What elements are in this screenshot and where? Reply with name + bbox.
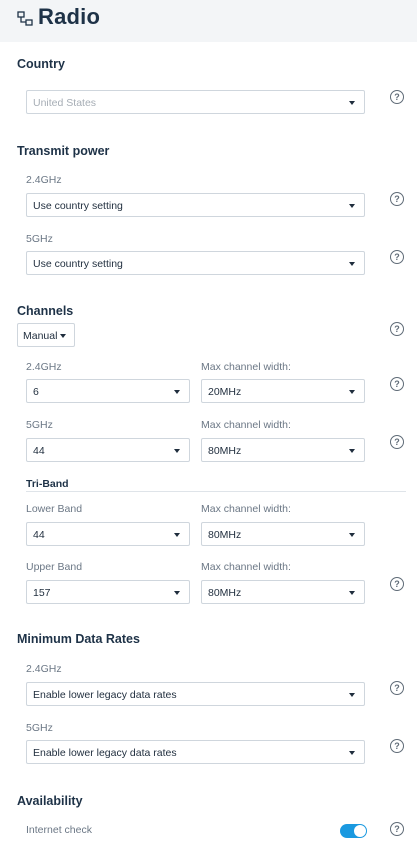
lower-band-channel-value: 44 [33, 529, 45, 541]
chevron-down-icon [174, 533, 180, 537]
page-title: Radio [38, 4, 101, 29]
country-select[interactable]: United States [26, 90, 365, 114]
ch-5-label: 5GHz [26, 419, 53, 431]
help-icon[interactable]: ? [390, 377, 404, 391]
ch-24-label: 2.4GHz [26, 361, 62, 373]
chevron-down-icon [349, 693, 355, 697]
upper-band-channel-select[interactable]: 157 [26, 580, 190, 604]
chevron-down-icon [349, 449, 355, 453]
lower-band-width-select[interactable]: 80MHz [201, 522, 365, 546]
lower-band-label: Lower Band [26, 503, 83, 515]
chevron-down-icon [349, 591, 355, 595]
lower-band-width-value: 80MHz [208, 529, 242, 541]
ch-5-channel-select[interactable]: 44 [26, 438, 190, 462]
rates-5-label: 5GHz [26, 722, 53, 734]
help-icon[interactable]: ? [390, 739, 404, 753]
lower-band-channel-select[interactable]: 44 [26, 522, 190, 546]
ch-5-channel-value: 44 [33, 445, 45, 457]
min-rates-heading: Minimum Data Rates [17, 632, 140, 646]
chevron-down-icon [60, 334, 66, 338]
tx-24-select[interactable]: Use country setting [26, 193, 365, 217]
chevron-down-icon [174, 390, 180, 394]
page-header: Radio [0, 0, 417, 42]
internet-check-label: Internet check [26, 824, 92, 836]
tx-5-label: 5GHz [26, 233, 53, 245]
ch-24-width-label: Max channel width: [201, 361, 291, 373]
rates-5-select[interactable]: Enable lower legacy data rates [26, 740, 365, 764]
divider [26, 491, 406, 492]
help-icon[interactable]: ? [390, 192, 404, 206]
upper-band-channel-value: 157 [33, 587, 51, 599]
chevron-down-icon [174, 591, 180, 595]
upper-band-width-select[interactable]: 80MHz [201, 580, 365, 604]
lower-band-width-label: Max channel width: [201, 503, 291, 515]
chevron-down-icon [349, 101, 355, 105]
radio-settings-icon [17, 11, 33, 26]
chevron-down-icon [349, 204, 355, 208]
upper-band-width-label: Max channel width: [201, 561, 291, 573]
ch-24-channel-value: 6 [33, 386, 39, 398]
country-select-value: United States [33, 97, 97, 109]
upper-band-label: Upper Band [26, 561, 83, 573]
availability-heading: Availability [17, 794, 83, 808]
tx-5-select-value: Use country setting [33, 258, 123, 270]
channels-mode-value: Manual [23, 330, 58, 342]
tx-24-select-value: Use country setting [33, 200, 123, 212]
transmit-power-heading: Transmit power [17, 144, 110, 158]
channels-heading: Channels [17, 304, 74, 318]
rates-5-select-value: Enable lower legacy data rates [33, 747, 177, 759]
tx-24-label: 2.4GHz [26, 174, 62, 186]
rates-24-label: 2.4GHz [26, 663, 62, 675]
chevron-down-icon [349, 390, 355, 394]
triband-heading: Tri-Band [26, 478, 69, 490]
country-heading: Country [17, 57, 65, 71]
internet-check-toggle[interactable] [340, 824, 367, 838]
help-icon[interactable]: ? [390, 90, 404, 104]
chevron-down-icon [349, 751, 355, 755]
channels-mode-select[interactable]: Manual [17, 323, 75, 347]
ch-5-width-value: 80MHz [208, 445, 242, 457]
help-icon[interactable]: ? [390, 250, 404, 264]
chevron-down-icon [174, 449, 180, 453]
tx-5-select[interactable]: Use country setting [26, 251, 365, 275]
upper-band-width-value: 80MHz [208, 587, 242, 599]
chevron-down-icon [349, 262, 355, 266]
ch-5-width-select[interactable]: 80MHz [201, 438, 365, 462]
help-icon[interactable]: ? [390, 435, 404, 449]
help-icon[interactable]: ? [390, 681, 404, 695]
chevron-down-icon [349, 533, 355, 537]
ch-24-width-value: 20MHz [208, 386, 242, 398]
help-icon[interactable]: ? [390, 577, 404, 591]
ch-5-width-label: Max channel width: [201, 419, 291, 431]
ch-24-width-select[interactable]: 20MHz [201, 379, 365, 403]
ch-24-channel-select[interactable]: 6 [26, 379, 190, 403]
help-icon[interactable]: ? [390, 322, 404, 336]
toggle-knob [354, 825, 366, 837]
rates-24-select-value: Enable lower legacy data rates [33, 689, 177, 701]
help-icon[interactable]: ? [390, 822, 404, 836]
rates-24-select[interactable]: Enable lower legacy data rates [26, 682, 365, 706]
